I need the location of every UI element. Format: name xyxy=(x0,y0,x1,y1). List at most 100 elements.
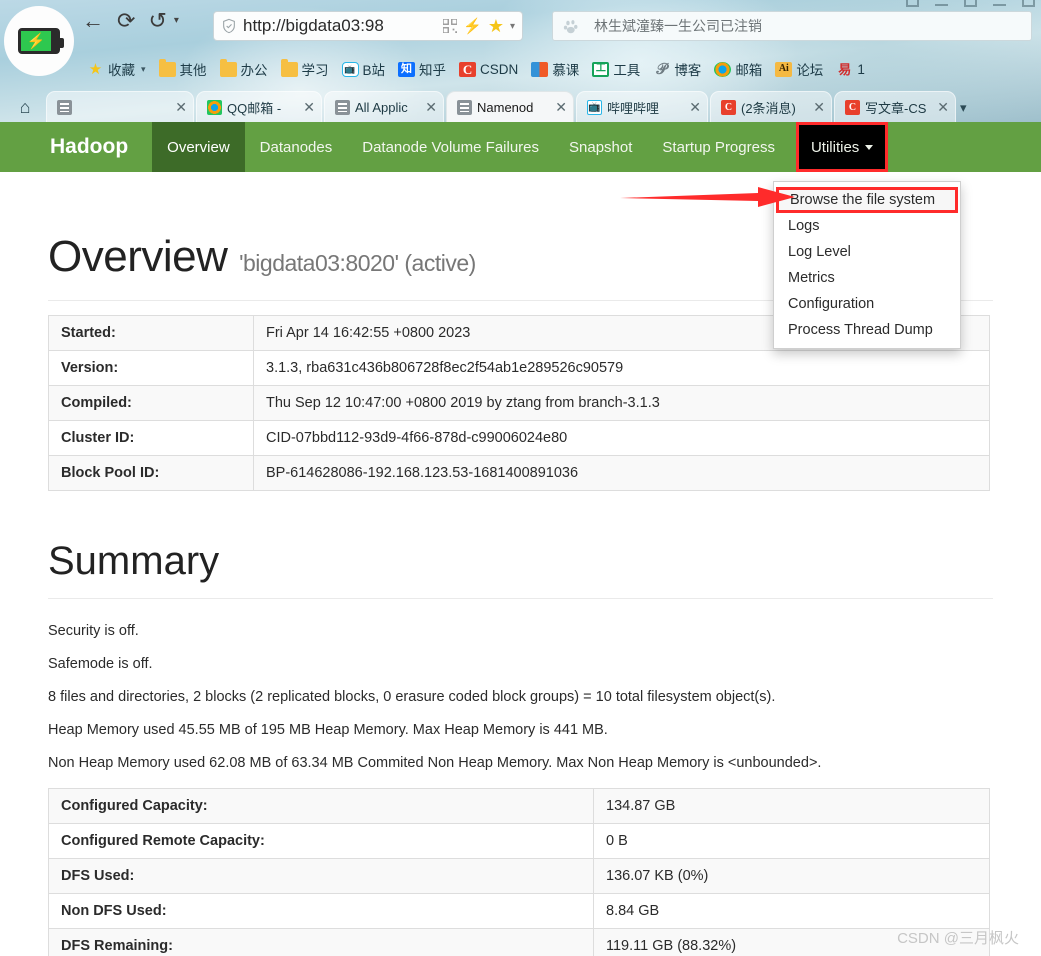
table-row: Compiled: Thu Sep 12 10:47:00 +0800 2019… xyxy=(48,385,990,421)
browser-tab-1[interactable]: QQ邮箱 - ✕ xyxy=(196,91,322,122)
tab-label: 哔哩哔哩 xyxy=(607,100,660,116)
nav-item-snapshot[interactable]: Snapshot xyxy=(554,122,647,172)
chevron-down-icon[interactable]: ▾ xyxy=(174,16,179,26)
row-value: 134.87 GB xyxy=(593,788,990,824)
bookmark-mail[interactable]: 邮箱 xyxy=(709,57,767,81)
bookmark-tools[interactable]: 工 工具 xyxy=(587,57,645,81)
url-text[interactable]: http://bigdata03:98 xyxy=(243,16,437,36)
summary-line: Safemode is off. xyxy=(48,656,153,672)
close-icon[interactable]: ✕ xyxy=(810,99,825,116)
baidu-paw-icon xyxy=(563,19,578,33)
folder-icon xyxy=(280,58,298,77)
row-key: Configured Remote Capacity: xyxy=(48,823,594,859)
nav-item-datanode-volume-failures[interactable]: Datanode Volume Failures xyxy=(347,122,554,172)
browser-tab-0[interactable]: ✕ xyxy=(46,91,194,122)
utilities-dropdown-menu: Browse the file system Logs Log Level Me… xyxy=(773,181,961,349)
browser-tab-4[interactable]: 📺 哔哩哔哩 ✕ xyxy=(576,91,708,122)
chevron-down-icon-url[interactable]: ▾ xyxy=(510,21,515,32)
lightning-icon[interactable]: ⚡ xyxy=(463,17,482,35)
bookmark-extra[interactable]: 易 1 xyxy=(831,60,870,79)
summary-divider xyxy=(48,598,993,599)
reload-icon[interactable]: ⟳ xyxy=(117,10,135,32)
home-icon: ⌂ xyxy=(19,96,31,117)
tab-overflow-button[interactable]: ▾ xyxy=(958,100,973,122)
close-icon[interactable]: ✕ xyxy=(686,99,701,116)
bookmark-star-icon[interactable]: ★ xyxy=(488,16,504,37)
browser-tab-6[interactable]: C 写文章-CS ✕ xyxy=(834,91,956,122)
row-value: Thu Sep 12 10:47:00 +0800 2019 by ztang … xyxy=(253,385,990,421)
chevron-down-icon[interactable]: ▾ xyxy=(141,64,146,75)
row-key: DFS Used: xyxy=(48,858,594,894)
chevron-down-icon xyxy=(865,144,874,150)
close-icon[interactable]: ✕ xyxy=(934,99,949,116)
bookmark-forum[interactable]: Ai 论坛 xyxy=(770,57,828,81)
adobe-ai-icon: Ai xyxy=(775,61,793,77)
table-row: DFS Remaining: 119.11 GB (88.32%) xyxy=(48,928,990,956)
qr-code-icon[interactable] xyxy=(443,19,458,33)
battery-icon: ⚡ xyxy=(18,28,64,54)
dropdown-item-metrics[interactable]: Metrics xyxy=(774,265,960,291)
bookmark-blog[interactable]: 𝒫 博客 xyxy=(648,57,706,81)
bookmark-imooc[interactable]: 慕课 xyxy=(526,57,584,81)
table-row: DFS Used: 136.07 KB (0%) xyxy=(48,858,990,894)
bookmark-study[interactable]: 学习 xyxy=(276,57,334,81)
row-value: 3.1.3, rba631c436b806728f8ec2f54ab1e2895… xyxy=(253,350,990,386)
browser-tab-2[interactable]: All Applic ✕ xyxy=(324,91,444,122)
bookmark-label: 工具 xyxy=(613,63,641,78)
tab-label: (2条消息) xyxy=(741,100,796,116)
close-icon[interactable]: ✕ xyxy=(300,99,315,116)
bookmark-label: 论坛 xyxy=(796,63,824,78)
browser-tab-3-active[interactable]: Namenod ✕ xyxy=(446,91,574,122)
summary-line: Non Heap Memory used 62.08 MB of 63.34 M… xyxy=(48,755,822,771)
bookmark-label: 知乎 xyxy=(419,63,447,78)
nav-item-overview[interactable]: Overview xyxy=(152,122,245,172)
nav-item-utilities[interactable]: Utilities xyxy=(795,122,889,172)
home-button[interactable]: ⌂ xyxy=(4,92,46,122)
bookmark-other[interactable]: 其他 xyxy=(154,57,212,81)
close-icon[interactable]: ✕ xyxy=(422,99,437,116)
table-row: Non DFS Used: 8.84 GB xyxy=(48,893,990,929)
bookmark-bilibili[interactable]: 📺 B站 xyxy=(337,57,391,81)
dropdown-item-process-thread-dump[interactable]: Process Thread Dump xyxy=(774,317,960,343)
bookmark-label: 其他 xyxy=(179,63,207,78)
hadoop-brand[interactable]: Hadoop xyxy=(0,122,152,172)
nav-item-startup-progress[interactable]: Startup Progress xyxy=(647,122,790,172)
table-row: Configured Remote Capacity: 0 B xyxy=(48,823,990,859)
dropdown-item-log-level[interactable]: Log Level xyxy=(774,239,960,265)
back-arrow-icon[interactable]: ← xyxy=(82,10,104,32)
bookmark-csdn[interactable]: C CSDN xyxy=(454,60,523,79)
bookmark-label: 办公 xyxy=(240,63,268,78)
browser-tab-5[interactable]: C (2条消息) ✕ xyxy=(710,91,832,122)
dropdown-item-logs[interactable]: Logs xyxy=(774,213,960,239)
hadoop-navbar: Hadoop Overview Datanodes Datanode Volum… xyxy=(0,122,1041,172)
table-row: Version: 3.1.3, rba631c436b806728f8ec2f5… xyxy=(48,350,990,386)
row-key: Started: xyxy=(48,315,254,351)
search-input[interactable]: 林生斌潼臻一生公司已注销 xyxy=(594,16,762,36)
doc-icon xyxy=(57,99,72,115)
tab-strip: ⌂ ✕ QQ邮箱 - ✕ All Applic ✕ Namenod ✕ 📺 哔哩… xyxy=(0,86,1041,122)
row-key: Version: xyxy=(48,350,254,386)
table-row: Cluster ID: CID-07bbd112-93d9-4f66-878d-… xyxy=(48,420,990,456)
csdn-icon: C xyxy=(721,99,736,115)
dropdown-item-browse-the-file-system[interactable]: Browse the file system xyxy=(776,187,958,213)
tab-label: All Applic xyxy=(355,99,408,115)
bookmark-office[interactable]: 办公 xyxy=(215,57,273,81)
dropdown-item-configuration[interactable]: Configuration xyxy=(774,291,960,317)
summary-lines: Security is off. Safemode is off. 8 file… xyxy=(48,623,993,771)
row-value: 0 B xyxy=(593,823,990,859)
close-icon[interactable]: ✕ xyxy=(552,99,567,116)
row-key: Non DFS Used: xyxy=(48,893,594,929)
history-back-icon[interactable]: ↺ xyxy=(148,10,166,32)
bookmark-zhihu[interactable]: 知 知乎 xyxy=(393,57,451,81)
address-bar[interactable]: http://bigdata03:98 ⚡ ★ ▾ xyxy=(213,11,523,41)
red-arrow-annotation xyxy=(620,187,795,207)
summary-line: Heap Memory used 45.55 MB of 195 MB Heap… xyxy=(48,722,608,738)
bookmark-label: CSDN xyxy=(480,61,519,77)
close-icon[interactable]: ✕ xyxy=(172,99,187,116)
search-bar[interactable]: 林生斌潼臻一生公司已注销 xyxy=(552,11,1032,41)
summary-title: Summary xyxy=(48,539,220,583)
row-value: BP-614628086-192.168.123.53-168140089103… xyxy=(253,455,990,491)
nav-item-datanodes[interactable]: Datanodes xyxy=(245,122,348,172)
row-value: 8.84 GB xyxy=(593,893,990,929)
bookmark-favorites[interactable]: ★ 收藏 ▾ xyxy=(82,57,151,81)
